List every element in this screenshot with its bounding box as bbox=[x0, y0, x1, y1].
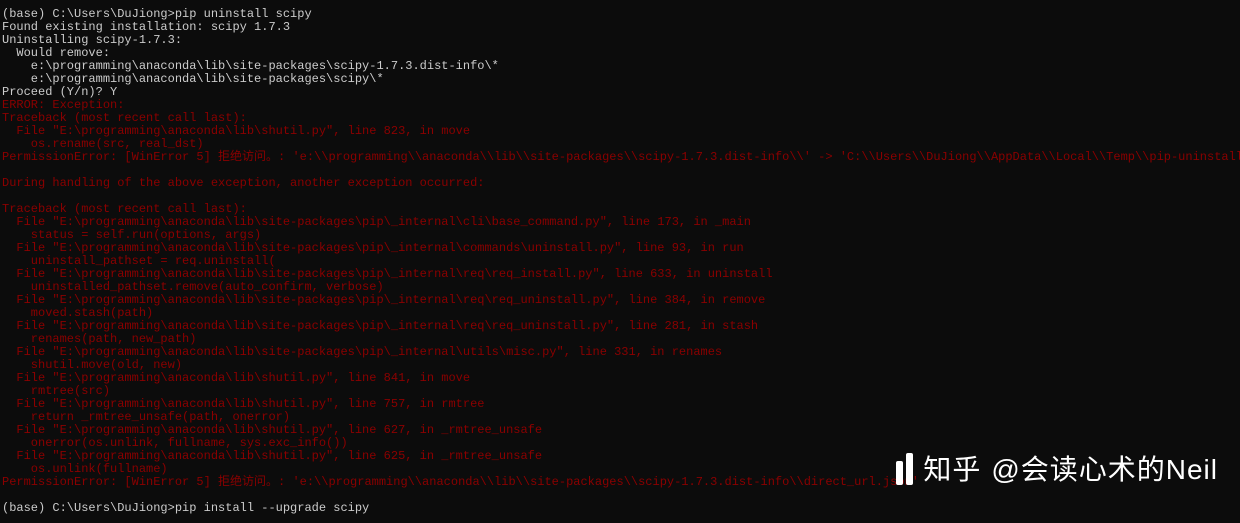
watermark: 知乎 @会读心术的Neil bbox=[896, 453, 1218, 485]
terminal-line: File "E:\programming\anaconda\lib\site-p… bbox=[2, 346, 1238, 359]
zhihu-logo-icon bbox=[896, 453, 913, 485]
terminal-line: (base) C:\Users\DuJiong>pip install --up… bbox=[2, 502, 1238, 515]
terminal-line: Uninstalling scipy-1.7.3: bbox=[2, 34, 1238, 47]
terminal-line: Proceed (Y/n)? Y bbox=[2, 86, 1238, 99]
terminal-line: File "E:\programming\anaconda\lib\site-p… bbox=[2, 294, 1238, 307]
terminal-line: e:\programming\anaconda\lib\site-package… bbox=[2, 73, 1238, 86]
watermark-brand: 知乎 bbox=[923, 463, 981, 476]
terminal-line: During handling of the above exception, … bbox=[2, 177, 1238, 190]
terminal-output[interactable]: (base) C:\Users\DuJiong>pip uninstall sc… bbox=[0, 0, 1240, 523]
watermark-user: @会读心术的Neil bbox=[991, 463, 1218, 476]
terminal-line: PermissionError: [WinError 5] 拒绝访问。: 'e:… bbox=[2, 151, 1238, 164]
terminal-line: File "E:\programming\anaconda\lib\shutil… bbox=[2, 372, 1238, 385]
terminal-line: Found existing installation: scipy 1.7.3 bbox=[2, 21, 1238, 34]
